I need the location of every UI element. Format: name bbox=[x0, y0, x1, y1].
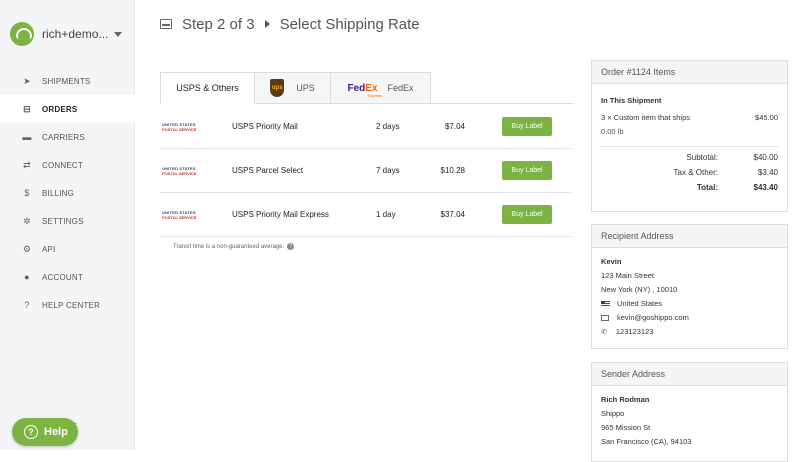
recipient-country: United States bbox=[601, 299, 778, 308]
recipient-street: 123 Main Street bbox=[601, 271, 654, 280]
rate-service: USPS Parcel Select bbox=[232, 166, 304, 175]
rate-row: UNITED STATES POSTAL SERVICE USPS Parcel… bbox=[160, 149, 573, 193]
question-circle-icon: ? bbox=[24, 425, 38, 439]
step-title: Select Shipping Rate bbox=[279, 15, 420, 33]
rate-row: UNITED STATES POSTAL SERVICE USPS Priori… bbox=[160, 105, 573, 149]
fedex-logo-icon: FedEx Express bbox=[347, 82, 382, 98]
transit-note-text: Transit time is a non-guaranteed average… bbox=[173, 243, 285, 250]
usps-logo-icon: UNITED STATES POSTAL SERVICE bbox=[162, 209, 197, 220]
help-button[interactable]: ? Help bbox=[12, 418, 78, 446]
section-heading: In This Shipment bbox=[601, 96, 662, 105]
sidebar-item-label: SHIPMENTS bbox=[42, 76, 91, 86]
inbox-tray-icon bbox=[160, 19, 172, 29]
buy-label-button[interactable]: Buy Label bbox=[502, 117, 552, 136]
chevron-down-icon bbox=[114, 31, 123, 37]
user-icon: ● bbox=[24, 272, 30, 282]
sender-company: Shippo bbox=[601, 409, 625, 418]
rate-days: 1 day bbox=[376, 210, 396, 219]
usps-logo-icon: UNITED STATES POSTAL SERVICE bbox=[162, 165, 197, 176]
sender-city: San Francisco (CA), 94103 bbox=[601, 437, 692, 446]
carrier-tabs: USPS & Others ups UPS FedEx Express FedE… bbox=[160, 72, 573, 104]
step-indicator: Step 2 of 3 bbox=[182, 15, 255, 33]
sidebar-item-connect[interactable]: ⇄ CONNECT bbox=[0, 151, 135, 179]
tab-label: USPS & Others bbox=[176, 83, 239, 93]
recipient-address-panel: Recipient Address Kevin 123 Main Street … bbox=[591, 224, 788, 349]
sidebar-item-shipments[interactable]: ➤ SHIPMENTS bbox=[0, 67, 135, 95]
tax-row: Tax & Other: $3.40 bbox=[673, 168, 778, 177]
dollar-icon: $ bbox=[24, 188, 30, 198]
sidebar-item-label: ACCOUNT bbox=[42, 272, 83, 282]
page-title: Step 2 of 3 Select Shipping Rate bbox=[160, 14, 420, 34]
sidebar-item-account[interactable]: ● ACCOUNT bbox=[0, 263, 135, 291]
truck-icon: ▬ bbox=[22, 132, 32, 142]
sidebar-item-carriers[interactable]: ▬ CARRIERS bbox=[0, 123, 135, 151]
tab-usps-others[interactable]: USPS & Others bbox=[160, 72, 255, 104]
rate-days: 2 days bbox=[376, 122, 400, 131]
buy-label-button[interactable]: Buy Label bbox=[502, 161, 552, 180]
sender-name: Rich Rodman bbox=[601, 395, 650, 404]
recipient-name: Kevin bbox=[601, 257, 622, 266]
sidebar-item-label: API bbox=[42, 244, 56, 254]
recipient-city: New York (NY) , 10010 bbox=[601, 285, 678, 294]
sidebar-nav: ➤ SHIPMENTS ⊟ ORDERS ▬ CARRIERS ⇄ CONNEC… bbox=[0, 67, 135, 319]
rate-service: USPS Priority Mail Express bbox=[232, 210, 329, 219]
sidebar-item-label: ORDERS bbox=[42, 104, 78, 114]
sidebar-item-orders[interactable]: ⊟ ORDERS bbox=[0, 95, 135, 123]
sidebar-item-label: BILLING bbox=[42, 188, 75, 198]
sidebar-item-billing[interactable]: $ BILLING bbox=[0, 179, 135, 207]
panel-title: Sender Address bbox=[592, 363, 787, 386]
sidebar-item-label: HELP CENTER bbox=[42, 300, 101, 310]
inbox-tray-icon: ⊟ bbox=[23, 103, 31, 114]
sidebar-item-help-center[interactable]: ? HELP CENTER bbox=[0, 291, 135, 319]
us-flag-icon bbox=[601, 300, 610, 307]
tab-label: FedEx bbox=[387, 83, 414, 93]
recipient-email: kevin@goshippo.com bbox=[601, 313, 778, 322]
question-circle-icon[interactable]: ? bbox=[287, 243, 295, 250]
panel-title: Order #1124 Items bbox=[592, 61, 787, 84]
rates-list: UNITED STATES POSTAL SERVICE USPS Priori… bbox=[160, 105, 573, 237]
recipient-phone: ✆ 123123123 bbox=[601, 327, 654, 336]
usps-logo-icon: UNITED STATES POSTAL SERVICE bbox=[162, 121, 197, 132]
sidebar-item-api[interactable]: ⚙ API bbox=[0, 235, 135, 263]
buy-label-button[interactable]: Buy Label bbox=[502, 205, 552, 224]
envelope-icon bbox=[601, 314, 609, 321]
item-price: $45.00 bbox=[755, 113, 778, 122]
shippo-logo-icon bbox=[10, 22, 34, 46]
account-name: rich+demo... bbox=[42, 27, 109, 41]
sender-street: 965 Mission St bbox=[601, 423, 651, 432]
cogs-icon: ⚙ bbox=[22, 243, 32, 254]
list-item: 3 × Custom item that ships $45.00 bbox=[601, 113, 778, 122]
subtotal-row: Subtotal: $40.00 bbox=[686, 153, 778, 162]
sidebar-item-label: CONNECT bbox=[42, 160, 83, 170]
sidebar: rich+demo... ➤ SHIPMENTS ⊟ ORDERS ▬ CARR… bbox=[0, 0, 135, 450]
tab-ups[interactable]: ups UPS bbox=[255, 72, 331, 104]
sidebar-item-label: SETTINGS bbox=[42, 216, 84, 226]
rate-price: $7.04 bbox=[444, 122, 465, 131]
sidebar-item-label: CARRIERS bbox=[42, 132, 85, 142]
order-items-panel: Order #1124 Items In This Shipment 3 × C… bbox=[591, 60, 788, 212]
panel-title: Recipient Address bbox=[592, 225, 787, 248]
rate-row: UNITED STATES POSTAL SERVICE USPS Priori… bbox=[160, 193, 573, 237]
sidebar-item-settings[interactable]: ✲ SETTINGS bbox=[0, 207, 135, 235]
exchange-arrows-icon: ⇄ bbox=[23, 159, 31, 170]
transit-note: Transit time is a non-guaranteed average… bbox=[173, 243, 295, 250]
ups-logo-icon: ups bbox=[270, 79, 285, 97]
total-row: Total: $43.40 bbox=[696, 183, 778, 192]
help-button-label: Help bbox=[44, 426, 68, 438]
rate-service: USPS Priority Mail bbox=[232, 122, 298, 131]
tab-label: UPS bbox=[296, 83, 315, 93]
gear-icon: ✲ bbox=[23, 215, 31, 226]
rate-price: $37.04 bbox=[440, 210, 465, 219]
rate-days: 7 days bbox=[376, 166, 400, 175]
account-switcher[interactable]: rich+demo... bbox=[10, 22, 123, 46]
paper-plane-icon: ➤ bbox=[23, 75, 31, 86]
rate-price: $10.28 bbox=[440, 166, 465, 175]
question-circle-icon: ? bbox=[24, 300, 30, 310]
item-weight: 0.00 lb bbox=[601, 127, 778, 147]
item-description: 3 × Custom item that ships bbox=[601, 113, 690, 122]
tab-fedex[interactable]: FedEx Express FedEx bbox=[331, 72, 431, 104]
caret-right-icon bbox=[264, 20, 270, 28]
phone-icon: ✆ bbox=[601, 328, 607, 336]
sender-address-panel: Sender Address Rich Rodman Shippo 965 Mi… bbox=[591, 362, 788, 462]
